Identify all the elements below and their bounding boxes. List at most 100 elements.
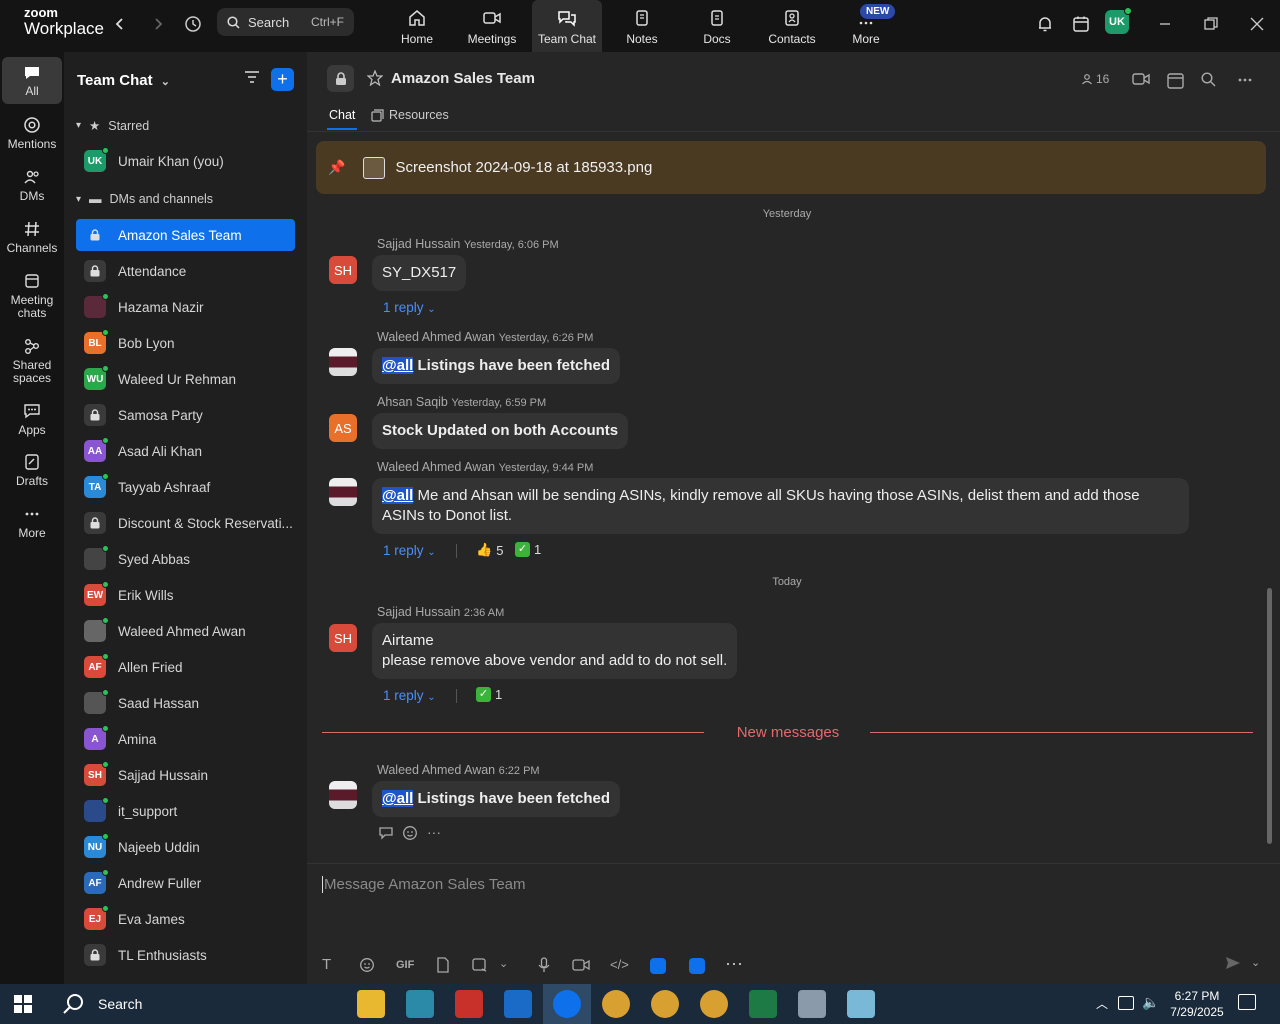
sender-name[interactable]: Sajjad Hussain: [377, 605, 460, 619]
reply-link[interactable]: 1 reply ⌄: [383, 543, 436, 558]
sender-name[interactable]: Waleed Ahmed Awan: [377, 330, 495, 344]
forward-arrow-icon[interactable]: [146, 12, 170, 36]
chat-list-item[interactable]: TA Tayyab Ashraaf: [76, 471, 295, 503]
send-icon[interactable]: [1225, 956, 1241, 973]
app-icon[interactable]: [847, 990, 875, 1018]
file-attach-icon[interactable]: [436, 957, 450, 976]
reaction-thumbs-up[interactable]: 👍 5: [476, 542, 503, 558]
text-format-icon[interactable]: T: [322, 956, 331, 973]
chrome-icon[interactable]: [602, 990, 630, 1018]
message-bubble[interactable]: @all Listings have been fetched: [372, 348, 621, 384]
nav-docs[interactable]: Docs: [682, 0, 752, 52]
chat-list-item[interactable]: TL Enthusiasts: [76, 939, 295, 971]
emoji-icon[interactable]: [359, 957, 375, 976]
rail-mentions[interactable]: Mentions: [2, 116, 62, 151]
volume-icon[interactable]: 🔈: [1142, 994, 1159, 1011]
rail-apps[interactable]: Apps: [2, 402, 62, 437]
calendar-icon[interactable]: [1167, 72, 1184, 89]
video-message-icon[interactable]: [572, 958, 590, 975]
rail-drafts[interactable]: Drafts: [2, 453, 62, 488]
chat-list-item[interactable]: it_support: [76, 795, 295, 827]
close-icon[interactable]: [1245, 12, 1269, 36]
sender-name[interactable]: Waleed Ahmed Awan: [377, 763, 495, 777]
chat-list-item[interactable]: Hazama Nazir: [76, 291, 295, 323]
chat-list-item[interactable]: AF Allen Fried: [76, 651, 295, 683]
sender-name[interactable]: Waleed Ahmed Awan: [377, 460, 495, 474]
chat-list-item[interactable]: EW Erik Wills: [76, 579, 295, 611]
dms-section-header[interactable]: ▾ ▬ DMs and channels: [76, 192, 213, 206]
reply-link[interactable]: 1 reply ⌄: [383, 688, 436, 703]
mention-all[interactable]: @all: [382, 790, 414, 807]
chat-list-item[interactable]: Syed Abbas: [76, 543, 295, 575]
chat-list-item[interactable]: NU Najeeb Uddin: [76, 831, 295, 863]
team-chat-dropdown[interactable]: Team Chat ⌄: [77, 72, 170, 89]
windows-start-icon[interactable]: [14, 995, 32, 1018]
chat-list-item[interactable]: Saad Hassan: [76, 687, 295, 719]
reaction-check[interactable]: ✓ 1: [476, 687, 502, 702]
chevron-down-icon[interactable]: ⌄: [1251, 956, 1260, 969]
rail-dms[interactable]: DMs: [2, 168, 62, 203]
app-integration-icon[interactable]: [650, 958, 666, 974]
filezilla-icon[interactable]: [455, 990, 483, 1018]
zoom-app-icon[interactable]: [689, 958, 705, 974]
filter-icon[interactable]: [244, 70, 260, 89]
new-chat-button[interactable]: +: [271, 68, 294, 91]
reaction-check[interactable]: ✓ 1: [515, 542, 541, 557]
calendar-app-icon[interactable]: [1069, 12, 1093, 36]
reply-thread-icon[interactable]: [378, 826, 394, 845]
taskbar-search[interactable]: Search: [50, 984, 338, 1024]
reply-link[interactable]: 1 reply ⌄: [383, 300, 436, 315]
message-bubble[interactable]: @all Me and Ahsan will be sending ASINs,…: [372, 478, 1189, 534]
more-tools-icon[interactable]: ···: [725, 953, 743, 974]
chat-list-item[interactable]: AA Asad Ali Khan: [76, 435, 295, 467]
minimize-icon[interactable]: [1153, 12, 1177, 36]
rail-meeting-chats[interactable]: Meeting chats: [2, 272, 62, 320]
nav-notes[interactable]: Notes: [607, 0, 677, 52]
file-explorer-icon[interactable]: [357, 990, 385, 1018]
message-bubble[interactable]: @all Listings have been fetched: [372, 781, 621, 817]
microphone-icon[interactable]: [538, 957, 550, 976]
nav-contacts[interactable]: Contacts: [757, 0, 827, 52]
starred-section-header[interactable]: ▾ ★ Starred: [76, 118, 149, 134]
nav-home[interactable]: Home: [382, 0, 452, 52]
chat-list-item[interactable]: SH Sajjad Hussain: [76, 759, 295, 791]
restore-icon[interactable]: [1199, 12, 1223, 36]
chat-list-item[interactable]: A Amina: [76, 723, 295, 755]
chat-list-item[interactable]: Attendance: [76, 255, 295, 287]
code-snippet-icon[interactable]: </>: [610, 957, 629, 972]
more-options-icon[interactable]: [1237, 72, 1253, 88]
chevron-down-icon[interactable]: ⌄: [499, 957, 508, 970]
rail-channels[interactable]: Channels: [2, 220, 62, 255]
pinned-message-bar[interactable]: 📌 Screenshot 2024-09-18 at 185933.png: [316, 141, 1266, 194]
gif-button[interactable]: GIF: [396, 959, 414, 971]
star-outline-icon[interactable]: [366, 69, 384, 91]
chat-list-item[interactable]: AF Andrew Fuller: [76, 867, 295, 899]
chat-list-item[interactable]: EJ Eva James: [76, 903, 295, 935]
screenshot-icon[interactable]: [472, 957, 488, 976]
tab-chat[interactable]: Chat: [329, 108, 355, 122]
mention-all[interactable]: @all: [382, 357, 414, 374]
chat-list-item[interactable]: Waleed Ahmed Awan: [76, 615, 295, 647]
rail-shared-spaces[interactable]: Shared spaces: [2, 337, 62, 385]
rail-more[interactable]: More: [2, 505, 62, 540]
chat-list-item[interactable]: WU Waleed Ur Rehman: [76, 363, 295, 395]
chat-list-item[interactable]: Amazon Sales Team: [76, 219, 295, 251]
mention-all[interactable]: @all: [382, 487, 414, 504]
chat-list-item[interactable]: Discount & Stock Reservati...: [76, 507, 295, 539]
history-icon[interactable]: [181, 12, 205, 36]
search-icon[interactable]: [1201, 72, 1216, 87]
message-more-icon[interactable]: ···: [427, 824, 441, 840]
chat-scrollbar[interactable]: [1267, 588, 1272, 844]
calculator-icon[interactable]: [798, 990, 826, 1018]
chrome-icon[interactable]: [651, 990, 679, 1018]
chevron-up-icon[interactable]: ︿: [1096, 995, 1108, 1012]
message-bubble[interactable]: Airtame please remove above vendor and a…: [372, 623, 738, 679]
channel-title[interactable]: Amazon Sales Team: [391, 70, 535, 87]
notifications-bell-icon[interactable]: [1033, 12, 1057, 36]
chat-list-item[interactable]: BL Bob Lyon: [76, 327, 295, 359]
message-composer[interactable]: Message Amazon Sales Team T GIF ⌄ </> ··…: [307, 863, 1280, 984]
video-meeting-icon[interactable]: [1132, 72, 1150, 86]
rail-all[interactable]: All: [2, 57, 62, 104]
tab-resources[interactable]: Resources: [371, 108, 449, 122]
outlook-icon[interactable]: [504, 990, 532, 1018]
